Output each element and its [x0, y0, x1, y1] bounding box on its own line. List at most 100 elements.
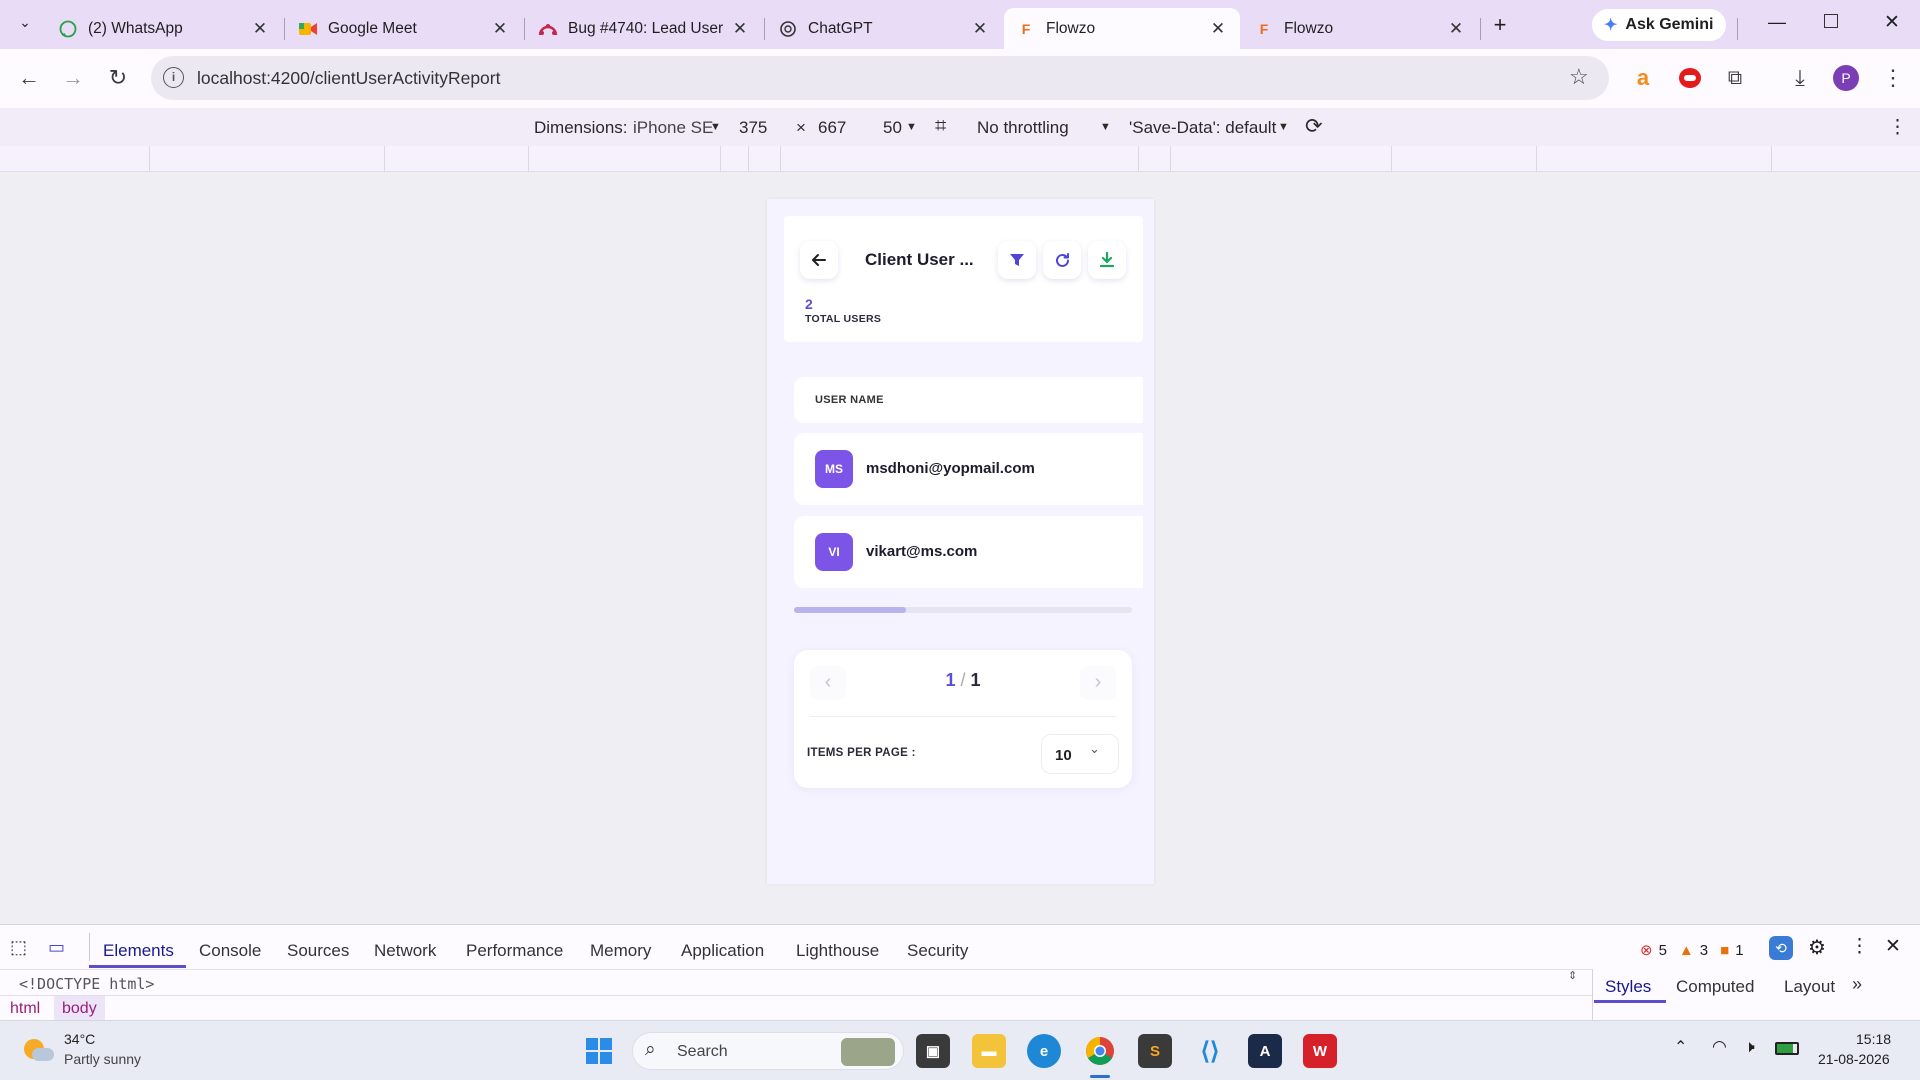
close-tab-icon[interactable]: ✕ [250, 19, 270, 39]
close-tab-icon[interactable]: ✕ [730, 19, 750, 39]
rotate-icon[interactable]: ⟳ [1305, 114, 1323, 139]
breadcrumb-html[interactable]: html [10, 1000, 40, 1018]
tab-whatsapp[interactable]: (2) WhatsApp ✕ [46, 8, 282, 49]
page-title: Client User ... [865, 250, 974, 269]
zoom-select[interactable]: 50 [883, 118, 902, 138]
bookmark-star-icon[interactable]: ☆ [1569, 64, 1589, 90]
vscode-icon[interactable]: ⟨⟩ [1193, 1034, 1227, 1068]
devtools-tab-sources[interactable]: Sources [287, 941, 349, 961]
height-input[interactable]: 667 [818, 118, 846, 138]
back-button[interactable] [800, 241, 838, 279]
close-devtools-icon[interactable]: ✕ [1885, 935, 1901, 958]
devtools-tab-lighthouse[interactable]: Lighthouse [796, 941, 879, 961]
sublime-text-icon[interactable]: S [1138, 1034, 1172, 1068]
refresh-button[interactable] [1043, 241, 1081, 279]
devtools-tab-application[interactable]: Application [681, 941, 764, 961]
google-meet-icon [298, 19, 318, 39]
column-header-username[interactable]: USER NAME [815, 394, 884, 406]
tab-search-chevron-icon[interactable]: ⌄ [14, 14, 36, 36]
devtools-tab-performance[interactable]: Performance [466, 941, 563, 961]
table-row[interactable]: MS msdhoni@yopmail.com [794, 433, 1143, 505]
taskbar-search-box[interactable]: ⌕ Search [632, 1032, 904, 1070]
file-explorer-icon[interactable]: ▬ [972, 1034, 1006, 1068]
android-studio-icon[interactable]: A [1248, 1034, 1282, 1068]
items-per-page-select[interactable]: 10 ⌄ [1041, 734, 1119, 774]
scrollbar-thumb[interactable] [794, 607, 906, 613]
computed-tab[interactable]: Computed [1676, 977, 1754, 997]
back-icon[interactable]: ← [14, 63, 44, 93]
devtools-tab-console[interactable]: Console [199, 941, 261, 961]
inspect-element-icon[interactable]: ⬚ [10, 937, 34, 961]
edge-browser-icon[interactable]: e [1027, 1034, 1061, 1068]
ask-gemini-button[interactable]: ✦ Ask Gemini [1592, 9, 1726, 41]
close-tab-icon[interactable]: ✕ [490, 19, 510, 39]
devtools-tab-memory[interactable]: Memory [590, 941, 651, 961]
chrome-menu-icon[interactable]: ⋮ [1878, 63, 1908, 93]
devtools-tab-elements[interactable]: Elements [103, 941, 174, 961]
doctype-node[interactable]: <!DOCTYPE html> [19, 975, 154, 993]
width-input[interactable]: 375 [739, 118, 767, 138]
wps-office-icon[interactable]: W [1303, 1034, 1337, 1068]
media-query-ruler[interactable] [0, 146, 1920, 172]
throttling-select[interactable]: No throttling [977, 118, 1069, 138]
horizontal-scrollbar[interactable] [794, 607, 1132, 613]
task-view-icon[interactable]: ▣ [916, 1034, 950, 1068]
tab-google-meet[interactable]: Google Meet ✕ [286, 8, 522, 49]
settings-gear-icon[interactable]: ⚙ [1808, 935, 1826, 960]
refresh-icon [1055, 252, 1069, 267]
styles-tab[interactable]: Styles [1605, 977, 1651, 997]
ai-assistance-icon[interactable]: ⟲ [1769, 936, 1793, 960]
devtools-tab-network[interactable]: Network [374, 941, 436, 961]
device-toggle-icon[interactable]: ▭ [48, 937, 74, 961]
weather-sun-icon[interactable] [22, 1035, 54, 1065]
close-window-icon[interactable]: ✕ [1884, 11, 1900, 34]
restore-window-icon[interactable] [1824, 14, 1838, 28]
minimize-window-icon[interactable]: — [1768, 12, 1786, 33]
table-row[interactable]: VI vikart@ms.com [794, 516, 1143, 588]
site-info-icon[interactable]: i [163, 67, 184, 88]
devtools-tab-security[interactable]: Security [907, 941, 968, 961]
issue-counters[interactable]: ⊗ 5 ▲ 3 ■ 1 [1640, 941, 1744, 960]
show-hidden-icons[interactable]: ⌃ [1674, 1037, 1687, 1057]
battery-icon[interactable] [1775, 1042, 1799, 1055]
url-text[interactable]: localhost:4200/clientUserActivityReport [197, 68, 500, 89]
tab-flowzo-active[interactable]: F Flowzo ✕ [1004, 8, 1240, 49]
extensions-puzzle-icon[interactable]: ⧉ [1720, 63, 1750, 93]
splitter-handle-icon[interactable]: ⇕ [1568, 969, 1577, 982]
device-select[interactable]: iPhone SE [633, 118, 713, 138]
layout-tab[interactable]: Layout [1784, 977, 1835, 997]
clock-time[interactable]: 15:18 [1856, 1031, 1891, 1047]
amazon-extension-icon[interactable]: a [1628, 63, 1658, 93]
more-tabs-icon[interactable]: » [1852, 974, 1862, 995]
tab-bug-4740[interactable]: Bug #4740: Lead User ✕ [526, 8, 762, 49]
close-tab-icon[interactable]: ✕ [1446, 19, 1466, 39]
tab-chatgpt[interactable]: ChatGPT ✕ [766, 8, 1002, 49]
total-users-count: 2 [805, 296, 813, 312]
profile-avatar[interactable]: P [1833, 65, 1859, 91]
weather-desc[interactable]: Partly sunny [64, 1051, 141, 1067]
chrome-taskbar-icon[interactable] [1083, 1034, 1117, 1068]
close-tab-icon[interactable]: ✕ [970, 19, 990, 39]
device-toolbar-menu-icon[interactable]: ⋮ [1888, 116, 1907, 139]
address-bar[interactable]: i localhost:4200/clientUserActivityRepor… [151, 56, 1609, 100]
save-data-select[interactable]: 'Save-Data': default [1129, 118, 1276, 138]
close-tab-icon[interactable]: ✕ [1208, 19, 1228, 39]
weather-temp[interactable]: 34°C [64, 1031, 95, 1047]
new-tab-button[interactable]: + [1487, 12, 1513, 38]
devtools-menu-icon[interactable]: ⋮ [1850, 935, 1869, 958]
recorder-extension-icon[interactable] [1679, 68, 1701, 88]
volume-icon[interactable]: 🕨 [1744, 1037, 1755, 1057]
download-button[interactable] [1088, 241, 1126, 279]
device-dropdown-icon: ▼ [710, 121, 721, 133]
clock-date[interactable]: 21-08-2026 [1818, 1051, 1890, 1067]
wifi-icon[interactable]: ◠ [1712, 1037, 1727, 1057]
forward-icon[interactable]: → [58, 63, 88, 93]
breadcrumb-body[interactable]: body [54, 996, 105, 1022]
windows-start-icon[interactable] [582, 1034, 616, 1068]
tab-flowzo[interactable]: F Flowzo ✕ [1242, 8, 1478, 49]
filter-button[interactable] [998, 241, 1036, 279]
screenshot-icon[interactable]: ⌗ [935, 115, 946, 138]
downloads-icon[interactable]: ⤓ [1785, 63, 1815, 93]
reload-icon[interactable]: ↻ [103, 63, 133, 93]
next-page-button[interactable]: › [1080, 666, 1116, 700]
